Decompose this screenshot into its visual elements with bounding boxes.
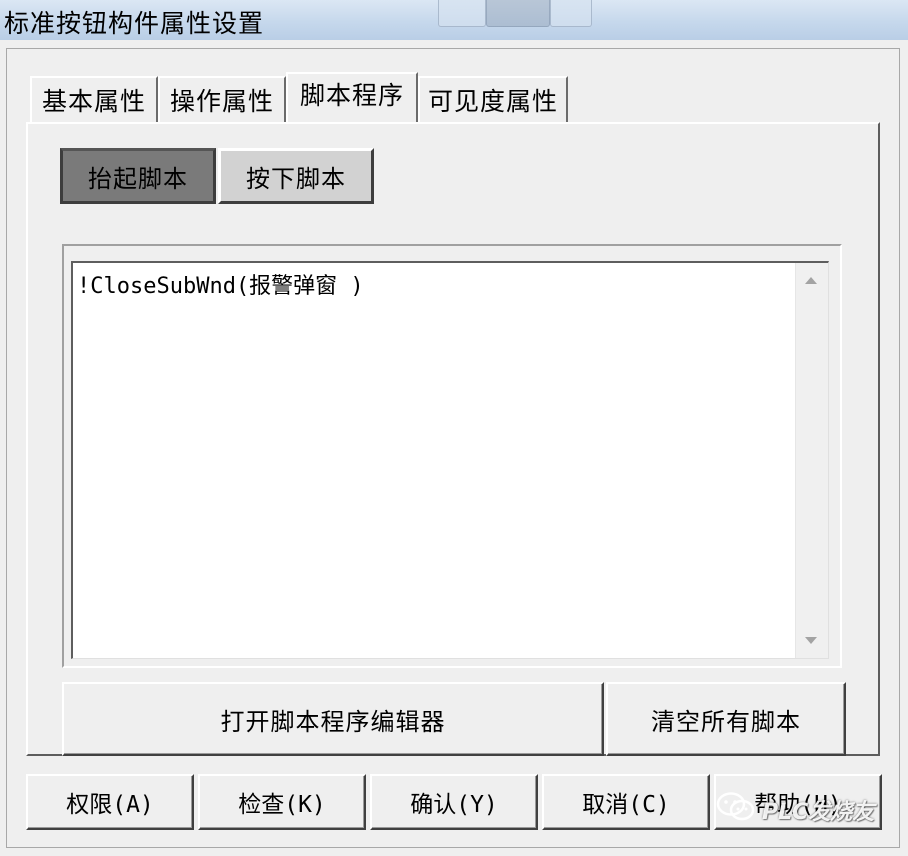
scroll-up-arrow-icon[interactable] xyxy=(805,277,817,284)
script-code[interactable]: !CloseSubWnd(报警弹窗 ) xyxy=(77,268,364,300)
clear-all-scripts-button[interactable]: 清空所有脚本 xyxy=(606,682,846,756)
cancel-button[interactable]: 取消(C) xyxy=(542,774,710,830)
watermark: PLC发烧友 xyxy=(716,790,874,830)
tab-script-program[interactable]: 脚本程序 xyxy=(286,72,418,122)
background-window-control xyxy=(486,0,550,27)
button-label: 取消(C) xyxy=(582,792,670,818)
title-bar[interactable]: 标准按钮构件属性设置 xyxy=(0,0,908,40)
tab-label: 脚本程序 xyxy=(299,81,404,110)
watermark-text: PLC发烧友 xyxy=(762,800,875,825)
open-script-editor-button[interactable]: 打开脚本程序编辑器 xyxy=(62,682,604,756)
button-label: 清空所有脚本 xyxy=(651,707,801,736)
tab-label: 基本属性 xyxy=(41,87,146,116)
subtab-label: 按下脚本 xyxy=(246,164,346,193)
button-label: 确认(Y) xyxy=(410,792,498,818)
subtab-label: 抬起脚本 xyxy=(88,164,188,193)
background-window-control xyxy=(438,0,486,27)
tab-label: 可见度属性 xyxy=(427,87,558,116)
permissions-button[interactable]: 权限(A) xyxy=(26,774,194,830)
tab-label: 操作属性 xyxy=(169,87,274,116)
scroll-down-arrow-icon[interactable] xyxy=(805,637,817,644)
button-label: 打开脚本程序编辑器 xyxy=(220,707,446,736)
tab-basic-properties[interactable]: 基本属性 xyxy=(30,76,158,122)
tab-operation-properties[interactable]: 操作属性 xyxy=(158,76,286,122)
background-window-control xyxy=(550,0,592,27)
button-label: 权限(A) xyxy=(66,792,154,818)
confirm-button[interactable]: 确认(Y) xyxy=(370,774,538,830)
check-button[interactable]: 检查(K) xyxy=(198,774,366,830)
vertical-scrollbar[interactable] xyxy=(795,263,828,658)
script-editor-frame: !CloseSubWnd(报警弹窗 ) xyxy=(62,244,842,668)
subtab-release-script[interactable]: 抬起脚本 xyxy=(60,148,216,204)
wechat-logo-icon xyxy=(716,791,756,829)
tab-visibility-properties[interactable]: 可见度属性 xyxy=(418,76,568,122)
tab-page-script: 抬起脚本 按下脚本 !CloseSubWnd(报警弹窗 ) 打开脚本程序编辑器 … xyxy=(26,122,880,756)
window-title: 标准按钮构件属性设置 xyxy=(4,9,265,38)
script-editor[interactable]: !CloseSubWnd(报警弹窗 ) xyxy=(71,261,829,659)
subtab-press-script[interactable]: 按下脚本 xyxy=(218,148,374,204)
dialog-client-area: 基本属性 操作属性 脚本程序 可见度属性 抬起脚本 按下脚本 !CloseSub… xyxy=(0,40,908,856)
button-label: 检查(K) xyxy=(238,792,326,818)
